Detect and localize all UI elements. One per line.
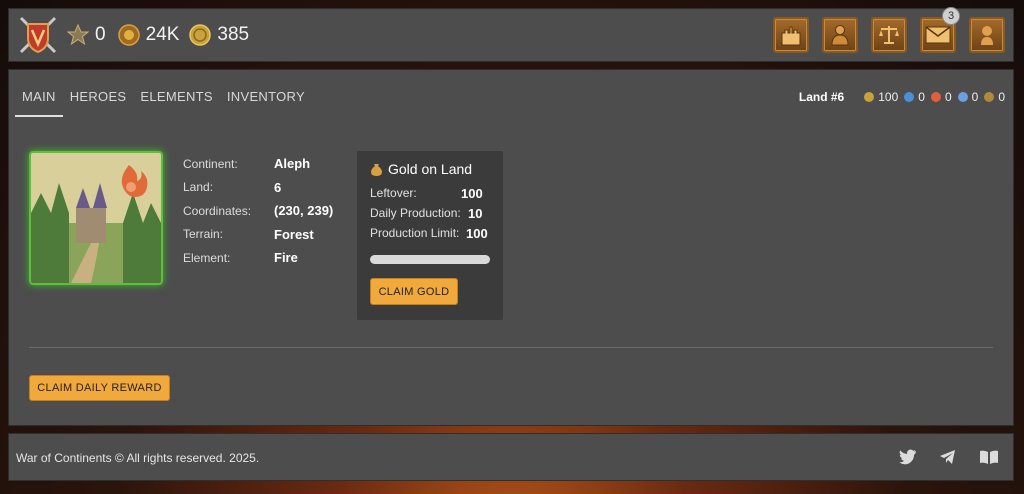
- land-water: 0: [904, 90, 925, 104]
- castle-button[interactable]: [773, 17, 809, 53]
- knight-icon: [831, 25, 849, 46]
- land-summary: Land #6 100 0 0 0 0: [799, 90, 1005, 104]
- profile-button[interactable]: [969, 17, 1005, 53]
- castle-icon: [781, 26, 801, 46]
- book-icon[interactable]: [979, 449, 999, 465]
- money-bag-icon: [371, 164, 382, 176]
- gold-balance: 24K: [117, 24, 180, 46]
- game-logo[interactable]: [17, 14, 59, 56]
- token-coin-icon: [189, 24, 212, 46]
- gold-progress-bar: [370, 255, 490, 264]
- water-icon: [904, 92, 915, 102]
- detail-element: Element: Fire: [183, 250, 298, 266]
- gold-icon: [864, 92, 875, 102]
- tab-elements[interactable]: ELEMENTS: [133, 89, 219, 117]
- mail-badge: 3: [942, 7, 960, 25]
- gold-production-limit: Production Limit: 100: [370, 225, 488, 241]
- scales-icon: [879, 26, 899, 44]
- land-details: Continent: Aleph Land: 6 Coordinates: (2…: [183, 152, 333, 270]
- detail-land: Land: 6: [183, 179, 282, 195]
- footer: War of Continents © All rights reserved.…: [8, 433, 1014, 481]
- top-bar: 0 24K 385 3: [8, 7, 1014, 62]
- tab-bar: MAIN HEROES ELEMENTS INVENTORY: [15, 89, 312, 117]
- land-gold: 100: [864, 90, 898, 104]
- twitter-icon[interactable]: [899, 449, 917, 465]
- detail-coordinates: Coordinates: (230, 239): [183, 203, 334, 219]
- mail-button[interactable]: 3: [920, 7, 960, 53]
- token-balance: 385: [189, 24, 249, 46]
- tab-main[interactable]: MAIN: [15, 89, 63, 117]
- claim-gold-button[interactable]: CLAIM GOLD: [370, 278, 458, 305]
- claim-daily-reward-button[interactable]: CLAIM DAILY REWARD: [29, 375, 170, 401]
- vip-level: 0: [67, 24, 106, 46]
- land-fire: 0: [930, 90, 952, 104]
- air-icon: [957, 92, 968, 102]
- heroes-button[interactable]: [822, 17, 858, 53]
- vip-value: 0: [95, 24, 106, 45]
- gold-coin-icon: [117, 24, 140, 46]
- tab-heroes[interactable]: HEROES: [63, 89, 134, 117]
- fire-icon: [930, 92, 941, 102]
- gold-panel-title: Gold on Land: [370, 161, 490, 177]
- market-button[interactable]: [871, 17, 907, 53]
- gold-daily-production: Daily Production: 10: [370, 205, 483, 221]
- gold-value: 24K: [145, 24, 180, 45]
- land-air: 0: [957, 90, 978, 104]
- detail-terrain: Terrain: Forest: [183, 226, 314, 242]
- earth-icon: [984, 92, 995, 102]
- copyright-text: War of Continents © All rights reserved.…: [16, 451, 260, 465]
- land-earth: 0: [984, 90, 1005, 104]
- divider: [29, 347, 993, 348]
- vip-star-icon: [67, 24, 89, 46]
- tab-inventory[interactable]: INVENTORY: [220, 89, 312, 117]
- profile-icon: [981, 26, 993, 45]
- telegram-icon[interactable]: [939, 449, 957, 465]
- token-value: 385: [217, 24, 250, 45]
- main-panel: MAIN HEROES ELEMENTS INVENTORY Land #6 1…: [8, 69, 1014, 426]
- detail-continent: Continent: Aleph: [183, 156, 311, 172]
- gold-leftover: Leftover: 100: [370, 185, 483, 201]
- land-image: [29, 151, 163, 285]
- gold-on-land-panel: Gold on Land Leftover: 100 Daily Product…: [357, 151, 503, 320]
- land-title: Land #6: [798, 90, 845, 104]
- mail-icon: [925, 26, 951, 44]
